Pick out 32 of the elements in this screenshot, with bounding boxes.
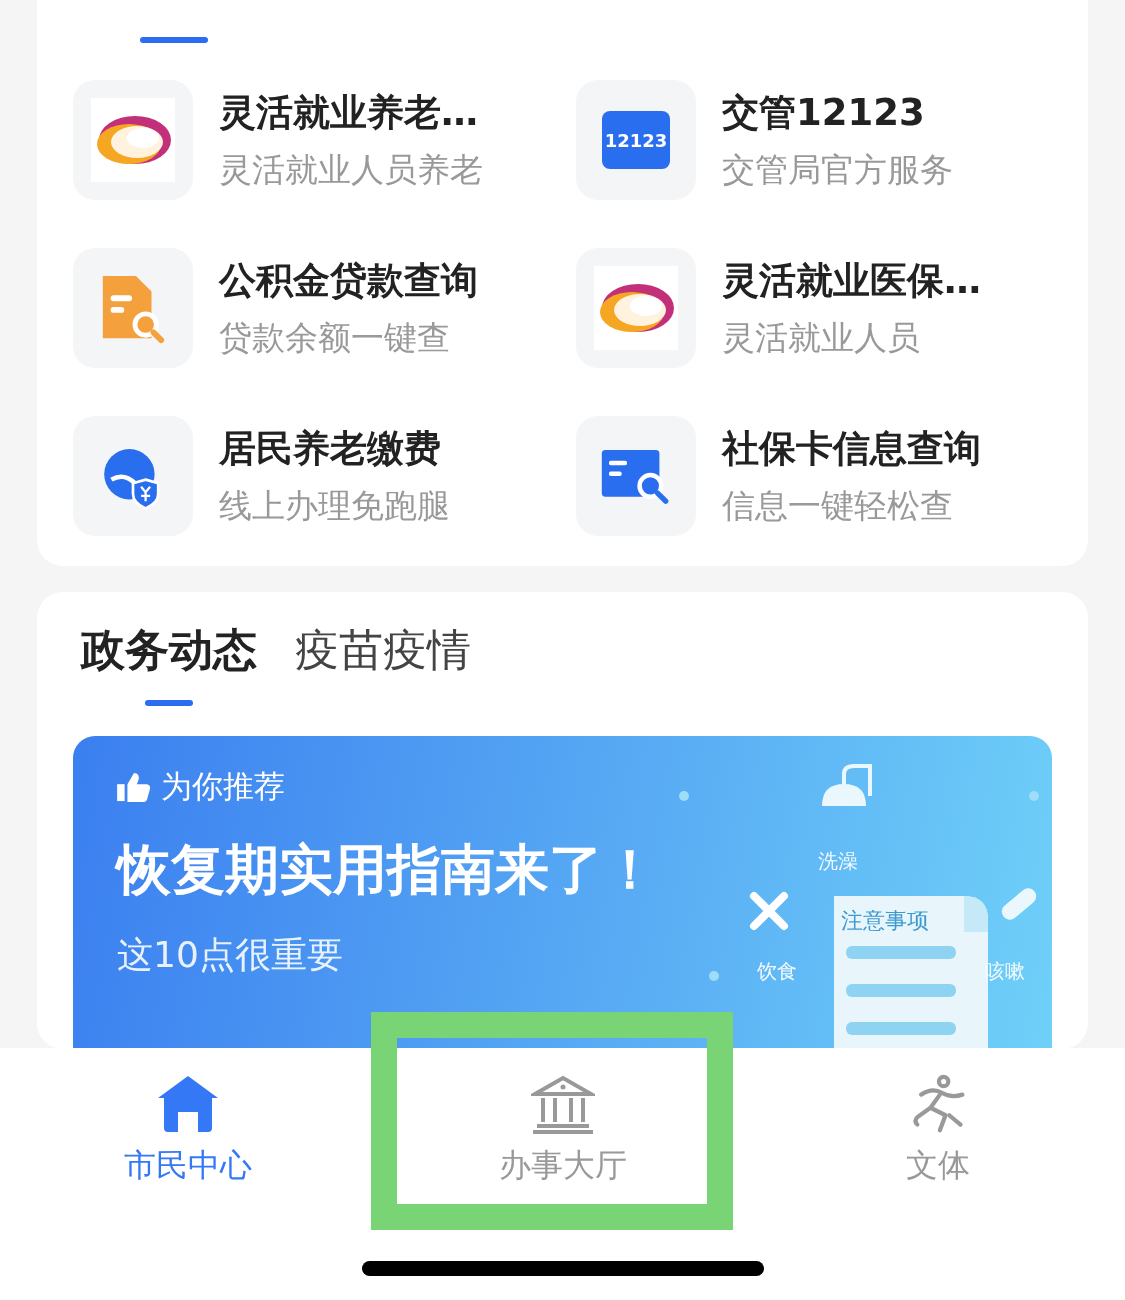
service-subtitle: 灵活就业人员: [722, 316, 921, 359]
app-logo-icon: 12123: [602, 111, 670, 169]
service-title[interactable]: 居民养老缴费: [219, 423, 450, 474]
thumbs-up-icon: [117, 772, 151, 802]
service-icon-tile[interactable]: [73, 248, 193, 368]
service-subtitle: 信息一键轻松查: [722, 484, 954, 527]
service-icon-tile[interactable]: [73, 80, 193, 200]
service-subtitle: 线上办理免跑腿: [219, 484, 450, 527]
service-icon-tile[interactable]: 12123: [576, 80, 696, 200]
illustration-label: 洗澡: [818, 848, 858, 875]
service-title[interactable]: 灵活就业医保…: [722, 255, 981, 306]
cloud-logo-icon: [91, 98, 175, 182]
bank-building-icon: [530, 1074, 595, 1134]
news-tab[interactable]: 疫苗疫情: [295, 622, 471, 706]
service-title[interactable]: 交管12123: [722, 87, 953, 138]
service-icon-tile[interactable]: [576, 248, 696, 368]
banner-subline: 这10点很重要: [117, 933, 343, 977]
illustration-label: 注意事项: [841, 907, 929, 935]
service-subtitle: 灵活就业人员养老: [219, 148, 483, 191]
service-title[interactable]: 社保卡信息查询: [722, 423, 981, 474]
banner-tag: 为你推荐: [161, 766, 285, 808]
service-icon-tile[interactable]: [73, 416, 193, 536]
illustration-label: 饮食: [757, 958, 797, 985]
cloud-logo-icon: [594, 266, 678, 350]
service-icon-tile[interactable]: [576, 416, 696, 536]
service-title[interactable]: 灵活就业养老…: [219, 87, 483, 138]
service-title[interactable]: 公积金贷款查询: [219, 255, 478, 306]
nav-tab[interactable]: 市民中心: [0, 1048, 375, 1188]
service-subtitle: 交管局官方服务: [722, 148, 953, 191]
tab-indicator: [140, 37, 208, 43]
service-subtitle: 贷款余额一键查: [219, 316, 451, 359]
news-tab[interactable]: 政务动态: [81, 622, 257, 706]
